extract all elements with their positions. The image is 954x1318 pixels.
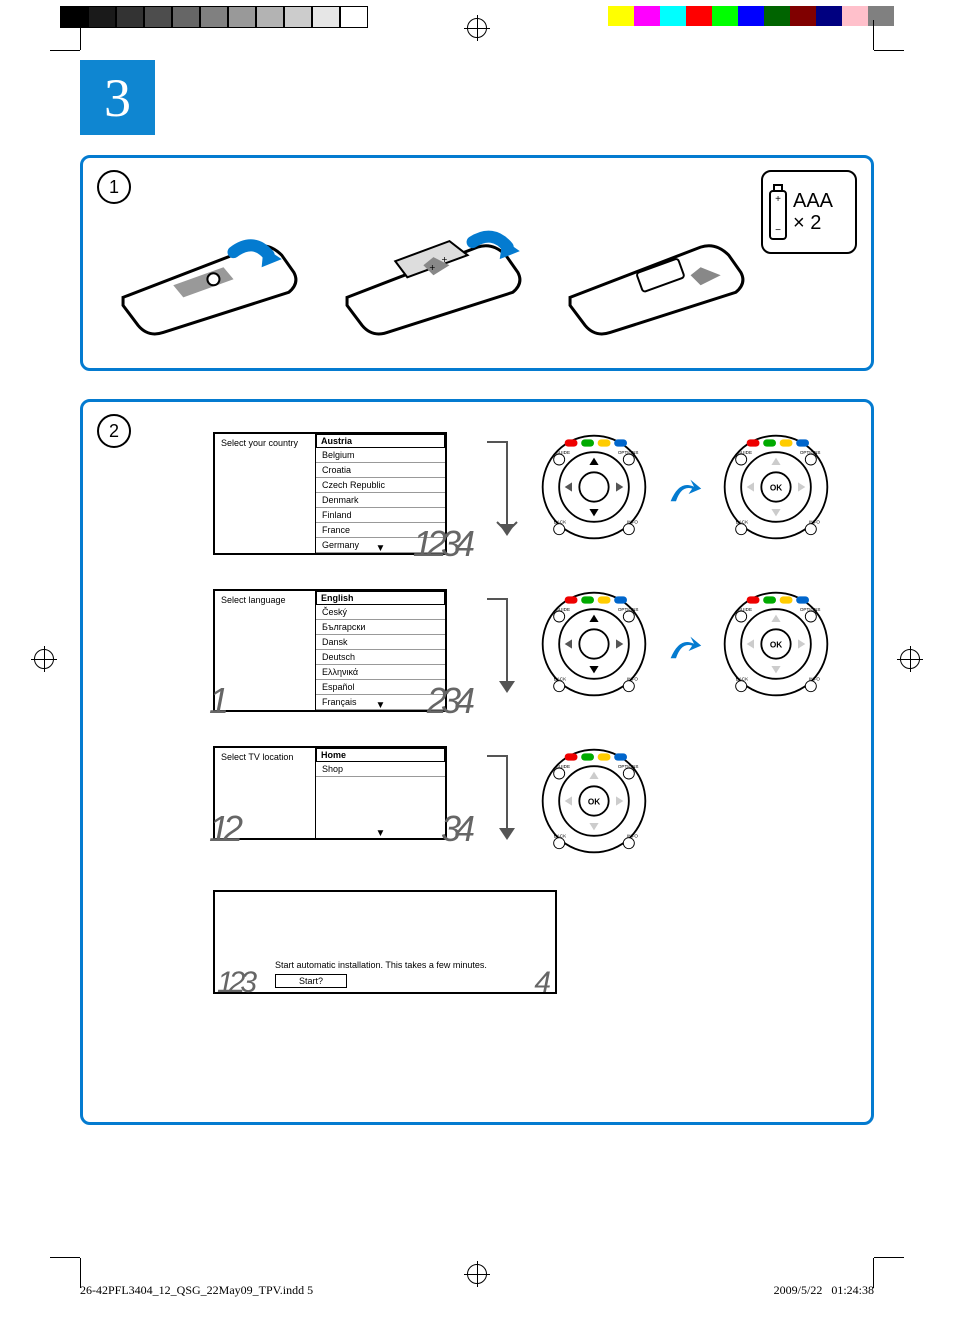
remote-dpad-icon: GUIDE OPTIONS BACK INFO <box>539 432 649 542</box>
remote-step-1 <box>113 217 314 338</box>
registration-mark-left <box>34 649 54 669</box>
crop-mark <box>80 20 81 50</box>
remote-dpad-icon: GUIDE OPTIONS BACK INFO <box>539 589 649 699</box>
layer-numbers: 12 <box>209 808 237 850</box>
menu-option[interactable]: Belgium <box>316 448 445 463</box>
crop-mark <box>873 20 874 50</box>
footer-filename: 26-42PFL3404_12_QSG_22May09_TPV.indd 5 <box>80 1283 313 1298</box>
menu-option[interactable]: Czech Republic <box>316 478 445 493</box>
next-arrow-icon <box>667 476 703 512</box>
chevron-down-icon: ▼ <box>376 828 386 839</box>
country-menu: Select your country AustriaBelgiumCroati… <box>213 432 447 555</box>
language-menu: Select language EnglishČeskýБългарскиDan… <box>213 589 447 712</box>
menu-option-selected[interactable]: Home <box>315 747 446 763</box>
menu-option[interactable]: Finland <box>316 508 445 523</box>
registration-mark-top <box>467 18 487 38</box>
layer-numbers: 34 <box>441 808 469 850</box>
crop-mark <box>874 50 904 51</box>
layer-numbers: 234 <box>427 680 469 722</box>
menu-option[interactable]: Denmark <box>316 493 445 508</box>
layer-numbers: 1234 <box>413 523 469 565</box>
menu-option[interactable]: Български <box>316 620 445 635</box>
registration-mark-bottom <box>467 1264 487 1284</box>
battery-install-panel: 1 +− AAA × 2 ++ <box>80 155 874 371</box>
crop-mark <box>50 50 80 51</box>
start-install-row: Start automatic installation. This takes… <box>213 890 851 994</box>
svg-text:+: + <box>429 263 435 274</box>
connector-arrow-icon <box>481 432 521 552</box>
install-message-box: Start automatic installation. This takes… <box>213 890 557 994</box>
substep-2-label: 2 <box>97 414 131 448</box>
remote-step-2: ++ <box>337 217 538 338</box>
print-footer: 26-42PFL3404_12_QSG_22May09_TPV.indd 5 2… <box>80 1283 874 1298</box>
connector-arrow-icon <box>481 746 521 856</box>
location-menu: Select TV location HomeShop▼ ▶ ◀ <box>213 746 447 840</box>
registration-mark-right <box>900 649 920 669</box>
battery-icon: +− <box>769 184 787 240</box>
footer-date: 2009/5/22 <box>774 1283 823 1297</box>
svg-text:OK: OK <box>770 641 782 650</box>
layer-numbers: 4 <box>534 966 551 1000</box>
svg-text:OK: OK <box>770 484 782 493</box>
layer-numbers: 123 <box>217 966 252 1000</box>
menu-option[interactable]: Český <box>316 605 445 620</box>
remote-dpad-icon: OK GUIDE OPTIONS BACK INFO <box>721 432 831 542</box>
menu-option[interactable]: Español <box>316 680 445 695</box>
select-country-row: Select your country AustriaBelgiumCroati… <box>213 432 851 555</box>
page-content: 3 1 +− AAA × 2 <box>80 60 874 1248</box>
crop-mark <box>874 1257 904 1258</box>
connector-arrow-icon <box>481 589 521 709</box>
next-arrow-icon <box>667 633 703 669</box>
install-message: Start automatic installation. This takes… <box>275 960 545 970</box>
layer-numbers: 1 <box>209 680 223 722</box>
setup-wizard-panel: 2 Select your country AustriaBelgiumCroa… <box>80 399 874 1125</box>
crop-mark <box>50 1257 80 1258</box>
battery-spec-box: +− AAA × 2 <box>761 170 857 254</box>
step-number-badge: 3 <box>80 60 155 135</box>
language-prompt: Select language <box>215 591 316 710</box>
svg-text:+: + <box>441 255 447 266</box>
remote-dpad-icon: OK GUIDE OPTIONS BACK INFO <box>539 746 649 856</box>
menu-option-selected[interactable]: English <box>315 590 446 606</box>
menu-option[interactable]: Deutsch <box>316 650 445 665</box>
menu-option[interactable]: Dansk <box>316 635 445 650</box>
menu-option[interactable]: Ελληνικά <box>316 665 445 680</box>
battery-count: × 2 <box>793 212 833 234</box>
remote-dpad-icon: OK GUIDE OPTIONS BACK INFO <box>721 589 831 699</box>
chevron-down-icon: ▼ <box>376 700 386 711</box>
remote-step-3 <box>560 217 761 338</box>
chevron-down-icon: ▼ <box>376 543 386 554</box>
start-button[interactable]: Start? <box>275 974 347 988</box>
menu-option[interactable]: Shop <box>316 762 445 777</box>
svg-text:OK: OK <box>588 798 600 807</box>
menu-option-selected[interactable]: Austria <box>315 433 446 449</box>
select-language-row: Select language EnglishČeskýБългарскиDan… <box>213 589 851 712</box>
select-location-row: Select TV location HomeShop▼ ▶ ◀ 12 34 O… <box>213 746 851 856</box>
menu-option[interactable]: Croatia <box>316 463 445 478</box>
footer-time: 01:24:38 <box>831 1283 874 1297</box>
battery-type: AAA <box>793 190 833 212</box>
country-prompt: Select your country <box>215 434 316 553</box>
